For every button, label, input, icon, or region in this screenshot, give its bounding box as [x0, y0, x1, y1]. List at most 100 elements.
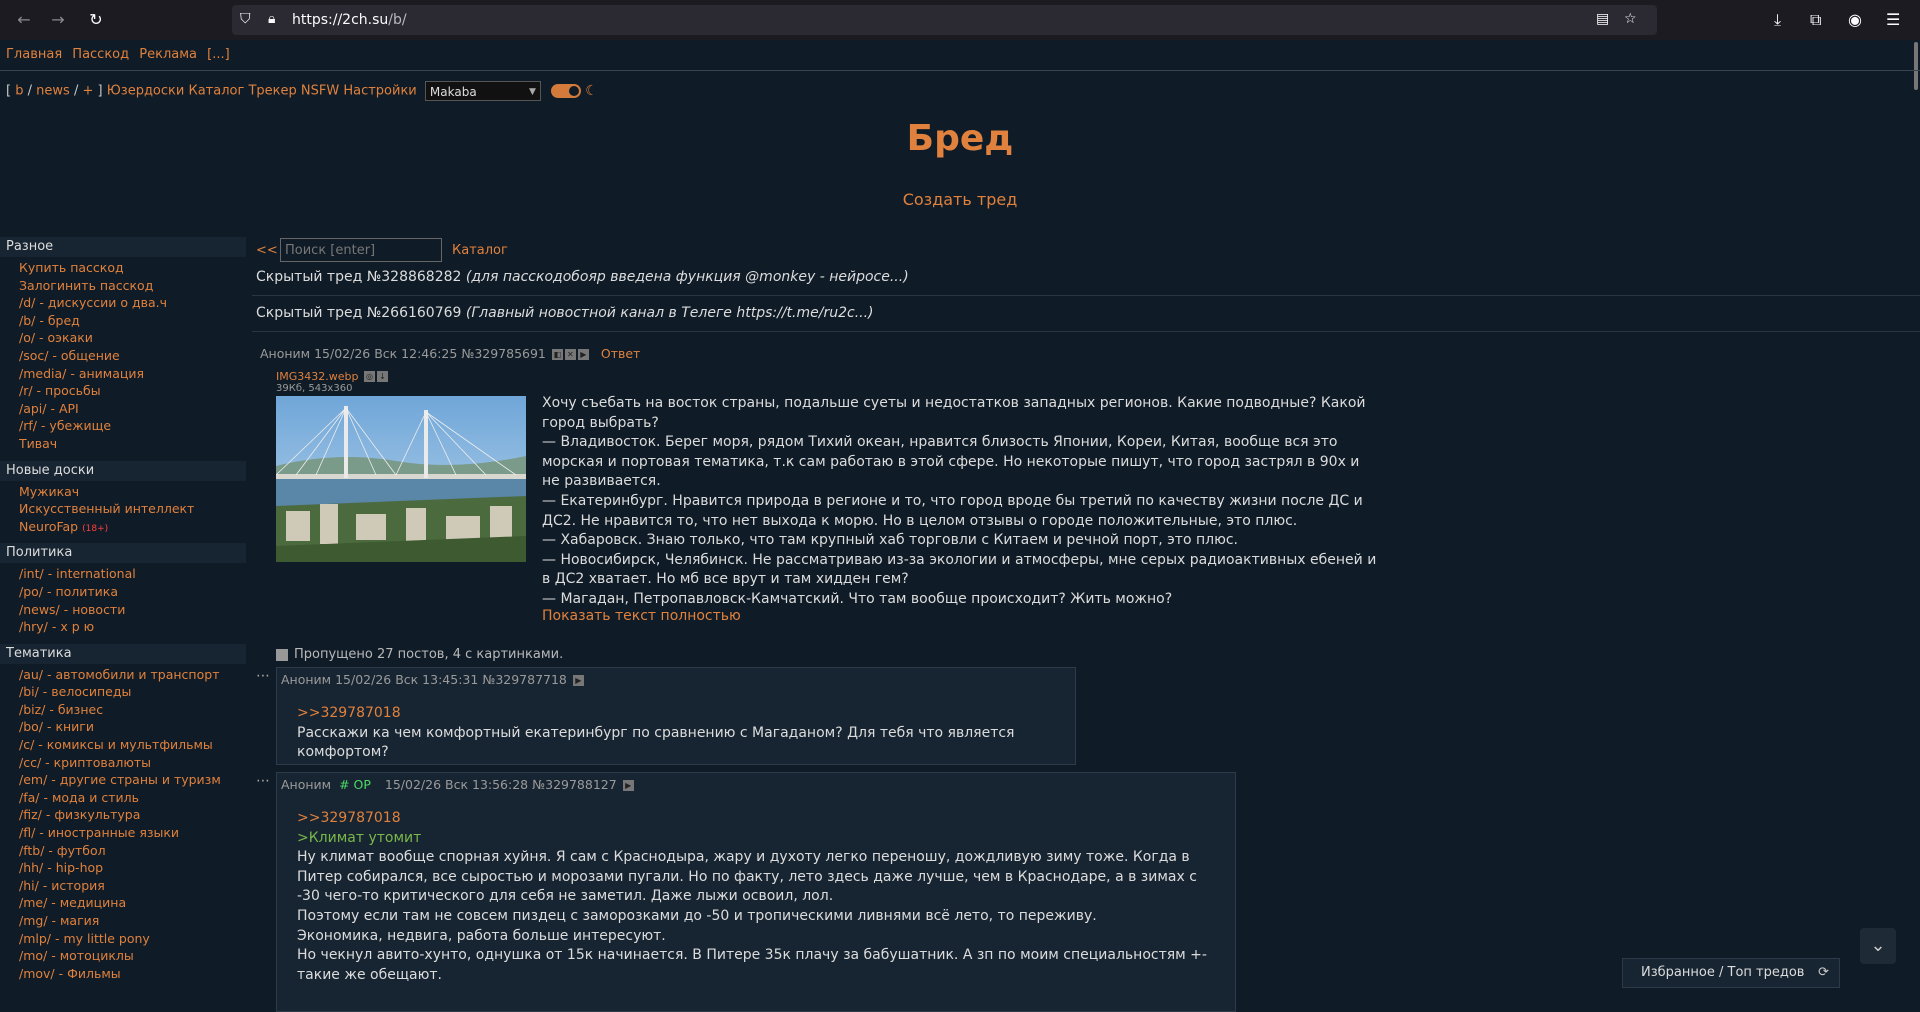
- forward-arrow-icon[interactable]: →: [48, 10, 68, 30]
- search-input[interactable]: Поиск [enter]: [280, 238, 442, 262]
- sidebar-item[interactable]: Тивач: [0, 435, 246, 453]
- sidebar-item[interactable]: /d/ - дискуссии о два.ч: [0, 294, 246, 312]
- nav-passcode-link[interactable]: Пасскод: [72, 47, 129, 62]
- skipped-posts[interactable]: Пропущено 27 постов, 4 с картинками.: [276, 647, 563, 662]
- post-number[interactable]: №329785691: [461, 346, 546, 361]
- nav-more-link[interactable]: [...]: [207, 47, 230, 62]
- sidebar-item[interactable]: /bi/ - велосипеды: [0, 683, 246, 701]
- nav-ads-link[interactable]: Реклама: [139, 47, 197, 62]
- sidebar-item[interactable]: /bo/ - книги: [0, 718, 246, 736]
- menu-arrow-icon[interactable]: ▶: [572, 675, 584, 686]
- sidebar-item[interactable]: Залогинить пасскод: [0, 277, 246, 295]
- bar-sep: /: [1718, 965, 1724, 980]
- sidebar-item[interactable]: /b/ - бред: [0, 312, 246, 330]
- sidebar-item[interactable]: /po/ - политика: [0, 583, 246, 601]
- post-number[interactable]: №329787718: [482, 672, 567, 687]
- top-threads-link[interactable]: Топ тредов: [1728, 965, 1805, 980]
- create-thread-label[interactable]: Создать тред: [903, 190, 1018, 209]
- back-link[interactable]: <<: [256, 243, 278, 258]
- hidden-thread[interactable]: Скрытый тред №328868282 (для пасскодобоя…: [256, 269, 909, 285]
- sidebar-item[interactable]: Искусственный интеллект: [0, 500, 246, 518]
- reload-icon[interactable]: ↻: [86, 10, 106, 30]
- sidebar-item[interactable]: /media/ - анимация: [0, 365, 246, 383]
- sidebar-item[interactable]: Купить пасскод: [0, 259, 246, 277]
- back-arrow-icon[interactable]: ←: [14, 10, 34, 30]
- create-thread-link[interactable]: Создать тред: [0, 190, 1920, 209]
- expand-icon[interactable]: [276, 648, 288, 661]
- sidebar-item[interactable]: /rf/ - убежище: [0, 417, 246, 435]
- op-image-thumbnail[interactable]: [276, 396, 526, 562]
- profile-icon[interactable]: ◉: [1848, 10, 1862, 29]
- sidebar-item[interactable]: /int/ - international: [0, 565, 246, 583]
- sidebar-item[interactable]: /fl/ - иностранные языки: [0, 824, 246, 842]
- sidebar-item[interactable]: /cc/ - криптовалюты: [0, 754, 246, 772]
- sidebar-item[interactable]: /hi/ - история: [0, 877, 246, 895]
- page-scrollbar[interactable]: [1910, 40, 1920, 988]
- catalog-link-content[interactable]: Каталог: [452, 243, 508, 258]
- file-name-link[interactable]: IMG3432.webp: [276, 370, 358, 383]
- sidebar-item[interactable]: /r/ - просьбы: [0, 382, 246, 400]
- sidebar-item-neurofap[interactable]: NeuroFap (18+): [0, 518, 246, 536]
- sidebar-item[interactable]: /soc/ - общение: [0, 347, 246, 365]
- board-link-b[interactable]: b: [15, 84, 23, 99]
- style-select[interactable]: Makaba ▼: [424, 81, 541, 101]
- hidden-thread[interactable]: Скрытый тред №266160769 (Главный новостн…: [256, 305, 874, 321]
- sidebar-item[interactable]: /hh/ - hip-hop: [0, 859, 246, 877]
- favorites-link[interactable]: Избранное: [1641, 965, 1715, 980]
- userboards-link[interactable]: Юзердоски: [107, 84, 185, 99]
- nsfw-link[interactable]: NSFW: [301, 84, 339, 99]
- sidebar-item[interactable]: /fa/ - мода и стиль: [0, 789, 246, 807]
- settings-link[interactable]: Настройки: [343, 84, 416, 99]
- sidebar-item[interactable]: /api/ - API: [0, 400, 246, 418]
- search-image-icon[interactable]: ◎: [363, 371, 375, 382]
- catalog-link[interactable]: Каталог: [188, 84, 244, 99]
- sidebar-item[interactable]: /ftb/ - футбол: [0, 842, 246, 860]
- report-icon[interactable]: ✕: [564, 349, 576, 360]
- sidebar-item[interactable]: /news/ - новости: [0, 601, 246, 619]
- sidebar-item[interactable]: /hry/ - х р ю: [0, 618, 246, 636]
- sidebar-item[interactable]: /mg/ - магия: [0, 912, 246, 930]
- shield-icon[interactable]: ⛉: [240, 11, 251, 27]
- scroll-down-button[interactable]: ⌄: [1860, 928, 1896, 964]
- refresh-icon[interactable]: ⟳: [1818, 959, 1829, 987]
- scrollbar-thumb[interactable]: [1914, 42, 1918, 90]
- downloads-icon[interactable]: ⤓: [1774, 10, 1781, 30]
- sidebar-item[interactable]: /o/ - оэкаки: [0, 329, 246, 347]
- favorites-bar[interactable]: Избранное / Топ тредов ⟳: [1622, 958, 1840, 988]
- post-menu-dots-icon[interactable]: ⋯: [256, 668, 270, 684]
- sidebar-item[interactable]: /mlp/ - my little pony: [0, 930, 246, 948]
- sidebar-item[interactable]: /mov/ - Фильмы: [0, 965, 246, 983]
- extensions-icon[interactable]: ⧉: [1810, 10, 1821, 30]
- sidebar-item[interactable]: Мужикач: [0, 483, 246, 501]
- sidebar-item[interactable]: /mo/ - мотоциклы: [0, 947, 246, 965]
- quote-link[interactable]: >>329787018: [297, 704, 1075, 724]
- board-link-news[interactable]: news: [36, 84, 70, 99]
- hide-icon[interactable]: ◧: [551, 349, 563, 360]
- menu-arrow-icon[interactable]: ▶: [577, 349, 589, 360]
- address-bar[interactable]: ⛉ 🔒︎ https://2ch.su/b/ ▤ ☆: [232, 5, 1657, 35]
- download-icon[interactable]: ↓: [376, 371, 388, 382]
- menu-hamburger-icon[interactable]: ☰: [1886, 10, 1900, 29]
- bookmark-star-icon[interactable]: ☆: [1624, 11, 1637, 27]
- bridge-photo[interactable]: [276, 396, 526, 562]
- menu-arrow-icon[interactable]: ▶: [622, 780, 634, 791]
- post-number[interactable]: №329788127: [532, 777, 617, 792]
- sidebar-item[interactable]: /au/ - автомобили и транспорт: [0, 666, 246, 684]
- board-link-plus[interactable]: +: [82, 84, 93, 99]
- reply-link[interactable]: Ответ: [601, 346, 640, 361]
- nav-home-link[interactable]: Главная: [6, 47, 62, 62]
- show-full-text-link[interactable]: Показать текст полностью: [542, 608, 741, 624]
- post-menu-dots-icon[interactable]: ⋯: [256, 773, 270, 789]
- url-text[interactable]: https://2ch.su/b/: [292, 12, 407, 28]
- sidebar-item[interactable]: /biz/ - бизнес: [0, 701, 246, 719]
- sidebar-item-label[interactable]: NeuroFap: [19, 519, 78, 534]
- sidebar-item[interactable]: /me/ - медицина: [0, 894, 246, 912]
- reader-view-icon[interactable]: ▤: [1596, 11, 1609, 27]
- quote-link[interactable]: >>329787018: [297, 809, 1217, 829]
- sidebar-item[interactable]: /em/ - другие страны и туризм: [0, 771, 246, 789]
- tracker-link[interactable]: Трекер: [248, 84, 296, 99]
- sidebar-item[interactable]: /c/ - комиксы и мультфильмы: [0, 736, 246, 754]
- sidebar-item[interactable]: /fiz/ - физкультура: [0, 806, 246, 824]
- theme-toggle[interactable]: [551, 84, 582, 98]
- lock-icon[interactable]: 🔒︎: [268, 11, 275, 27]
